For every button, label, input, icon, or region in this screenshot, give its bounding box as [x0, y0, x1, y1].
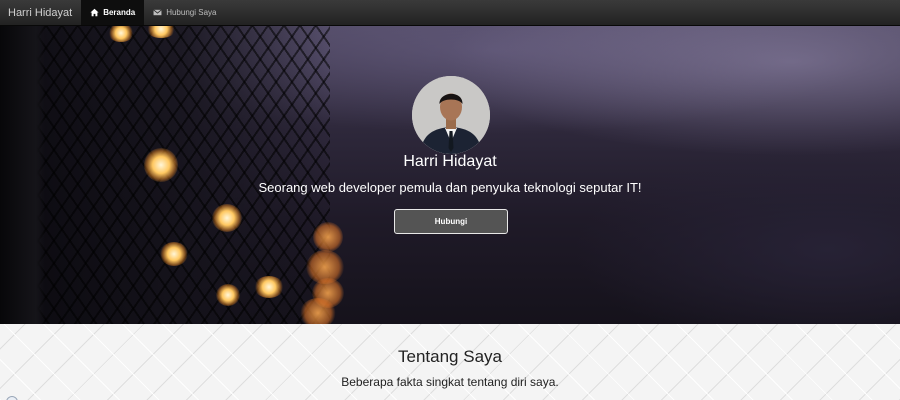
nav-item-label: Hubungi Saya [166, 8, 217, 17]
hero-section: Harri Hidayat Seorang web developer pemu… [0, 26, 900, 324]
envelope-icon [153, 9, 162, 16]
about-title: Tentang Saya [398, 347, 502, 366]
nav-item-beranda[interactable]: Beranda [81, 0, 145, 25]
about-section: Tentang Saya Beberapa fakta singkat tent… [0, 324, 900, 400]
profile-photo [412, 76, 490, 154]
string-light [160, 242, 188, 266]
hero-name: Harri Hidayat [403, 153, 497, 170]
hero-tagline: Seorang web developer pemula dan penyuka… [258, 180, 642, 195]
string-light [254, 276, 284, 298]
nav-item-label: Beranda [103, 8, 136, 17]
about-subtitle: Beberapa fakta singkat tentang diri saya… [341, 375, 559, 389]
navbar: Harri Hidayat Beranda Hubungi Saya [0, 0, 900, 26]
circle-icon [6, 396, 18, 400]
navbar-brand[interactable]: Harri Hidayat [0, 0, 81, 25]
contact-button[interactable]: Hubungi [394, 209, 508, 234]
bokeh-light [313, 222, 343, 252]
fence-post [0, 26, 45, 324]
home-icon [90, 8, 99, 17]
nav-item-hubungi-saya[interactable]: Hubungi Saya [144, 0, 225, 25]
bokeh-light [300, 298, 336, 324]
string-light [216, 284, 240, 306]
string-light [212, 204, 242, 232]
